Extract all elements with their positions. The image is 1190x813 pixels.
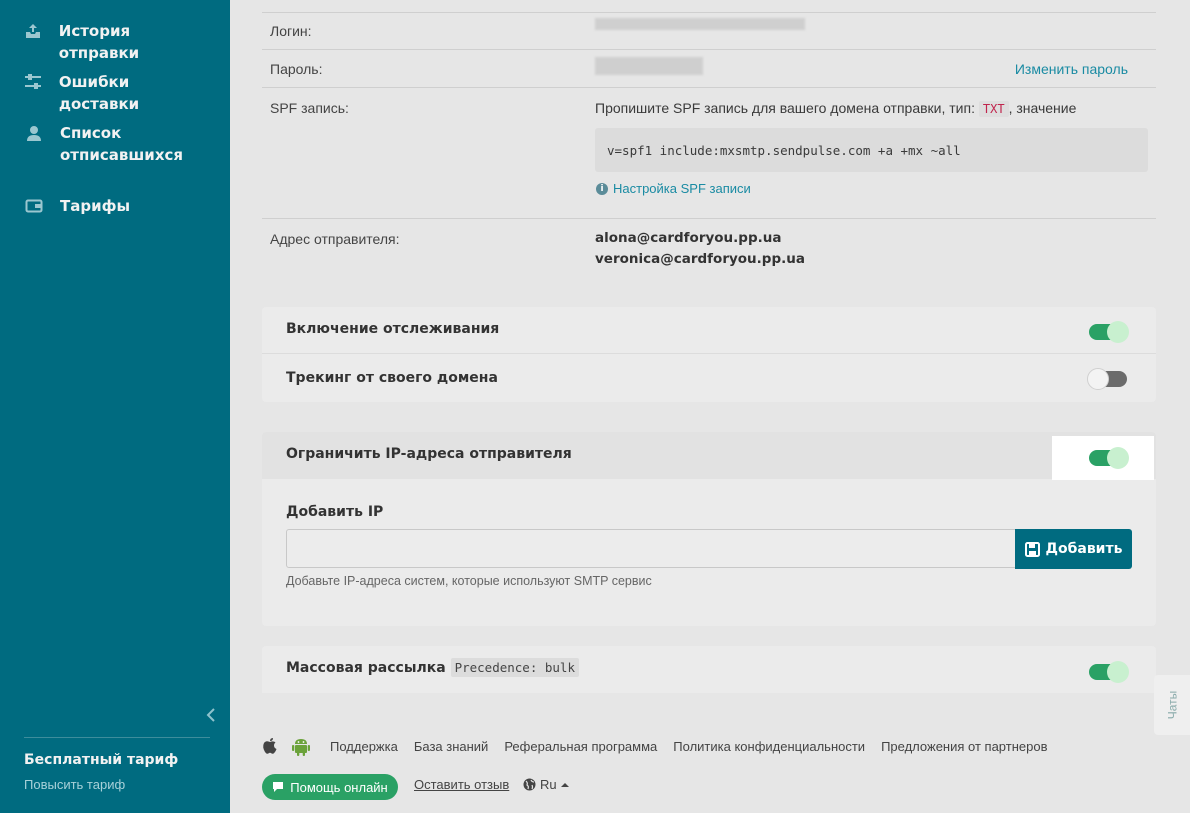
online-help-label: Помощь онлайн: [290, 779, 388, 795]
save-disk-icon: [1024, 541, 1040, 557]
login-label: Логин:: [270, 23, 312, 39]
sidebar-item-tariffs[interactable]: Тарифы: [0, 195, 230, 217]
language-label: Ru: [540, 777, 557, 792]
bulk-header-tag: Precedence: bulk: [450, 658, 579, 677]
footer-link-support[interactable]: Поддержка: [330, 739, 398, 754]
globe-icon: [523, 778, 536, 791]
sidebar-item-delivery-errors[interactable]: Ошибки доставки: [0, 71, 230, 115]
password-value-redacted: [595, 57, 703, 75]
password-label: Пароль:: [270, 61, 323, 77]
spf-instructions: Пропишите SPF запись для вашего домена о…: [595, 100, 1077, 117]
sidebar-item-label: Ошибки доставки: [58, 73, 140, 113]
add-ip-button[interactable]: Добавить: [1015, 529, 1132, 569]
sender-email-list: alona@cardforyou.pp.ua veronica@cardfory…: [595, 228, 805, 270]
caret-up-icon: [560, 782, 569, 788]
bulk-toggle[interactable]: [1089, 661, 1129, 683]
tracking-enable-label: Включение отслеживания: [286, 321, 500, 337]
add-ip-label: Добавить IP: [286, 504, 384, 520]
sidebar-item-label: Тарифы: [60, 197, 131, 215]
sliders-icon: [24, 72, 43, 92]
collapse-sidebar-icon[interactable]: [206, 708, 222, 728]
ip-address-input[interactable]: [286, 529, 1016, 568]
ip-restrict-header: Ограничить IP-адреса отправителя: [262, 432, 1156, 479]
apple-icon[interactable]: [262, 737, 278, 755]
table-row-password: Пароль: Изменить пароль: [262, 50, 1156, 88]
bulk-card: Массовая рассылка Precedence: bulk: [262, 646, 1156, 693]
table-row-sender: Адрес отправителя: alona@cardforyou.pp.u…: [262, 219, 1156, 279]
footer-links: Поддержка База знаний Реферальная програ…: [262, 736, 1063, 756]
sidebar-divider: [24, 737, 210, 738]
sidebar-item-unsubscribed[interactable]: Список отписавшихся: [0, 122, 230, 166]
spf-type-badge: TXT: [978, 101, 1009, 117]
plan-name: Бесплатный тариф: [24, 752, 179, 768]
spf-value-suffix: , значение: [1008, 100, 1077, 116]
footer-link-referral[interactable]: Реферальная программа: [504, 739, 657, 754]
sidebar-item-send-history[interactable]: История отправки: [0, 20, 230, 64]
leave-feedback-link[interactable]: Оставить отзыв: [414, 777, 509, 792]
sidebar-item-label: История отправки: [58, 22, 140, 62]
bulk-title-text: Массовая рассылка: [286, 660, 446, 676]
sender-email: veronica@cardforyou.pp.ua: [595, 251, 805, 267]
upload-tray-icon: [24, 21, 43, 41]
sidebar-item-label: Список отписавшихся: [60, 124, 184, 164]
table-row-top: [262, 0, 1156, 13]
chats-label: Чаты: [1165, 690, 1179, 720]
spf-value-code[interactable]: v=spf1 include:mxsmtp.sendpulse.com +a +…: [595, 128, 1148, 172]
spf-help-link[interactable]: i Настройка SPF записи: [596, 181, 751, 196]
sender-label: Адрес отправителя:: [270, 231, 400, 247]
sender-email: alona@cardforyou.pp.ua: [595, 230, 782, 246]
bulk-title: Массовая рассылка Precedence: bulk: [286, 658, 579, 677]
spf-intro: Пропишите SPF запись для вашего домена о…: [595, 100, 975, 116]
spf-help-label: Настройка SPF записи: [613, 181, 751, 196]
tracking-enable-toggle[interactable]: [1089, 321, 1129, 343]
upgrade-plan-link[interactable]: Повысить тариф: [24, 777, 125, 792]
ip-hint: Добавьте IP-адреса систем, которые испол…: [286, 574, 652, 588]
change-password-link[interactable]: Изменить пароль: [1015, 61, 1128, 77]
user-icon: [24, 123, 44, 143]
android-icon[interactable]: [292, 736, 310, 756]
online-help-button[interactable]: Помощь онлайн: [262, 774, 398, 800]
ip-restrict-title: Ограничить IP-адреса отправителя: [286, 446, 572, 462]
chats-tab[interactable]: Чаты: [1154, 675, 1190, 735]
tracking-card: Включение отслеживания Трекинг от своего…: [262, 307, 1156, 402]
main-content: Логин: Пароль: Изменить пароль SPF запис…: [230, 0, 1190, 813]
footer-link-privacy[interactable]: Политика конфиденциальности: [673, 739, 865, 754]
ip-restrict-card: Ограничить IP-адреса отправителя Добавит…: [262, 432, 1156, 626]
ip-restrict-toggle[interactable]: [1089, 447, 1129, 469]
info-icon: i: [596, 182, 608, 195]
wallet-icon: [24, 196, 44, 216]
tracking-domain-label: Трекинг от своего домена: [286, 370, 498, 386]
language-selector[interactable]: Ru: [523, 777, 569, 792]
table-row-login: Логин:: [262, 13, 1156, 50]
add-ip-button-label: Добавить: [1045, 541, 1123, 557]
footer-link-knowledge-base[interactable]: База знаний: [414, 739, 489, 754]
spf-label: SPF запись:: [270, 100, 349, 116]
sidebar: История отправки Ошибки доставки Список …: [0, 0, 230, 813]
login-value-redacted: [595, 18, 805, 30]
tracking-domain-toggle[interactable]: [1087, 368, 1127, 390]
tracking-enable-row: Включение отслеживания: [262, 307, 1156, 354]
footer-link-partners[interactable]: Предложения от партнеров: [881, 739, 1047, 754]
tracking-domain-row: Трекинг от своего домена: [262, 354, 1156, 402]
chat-bubble-icon: [272, 781, 284, 793]
